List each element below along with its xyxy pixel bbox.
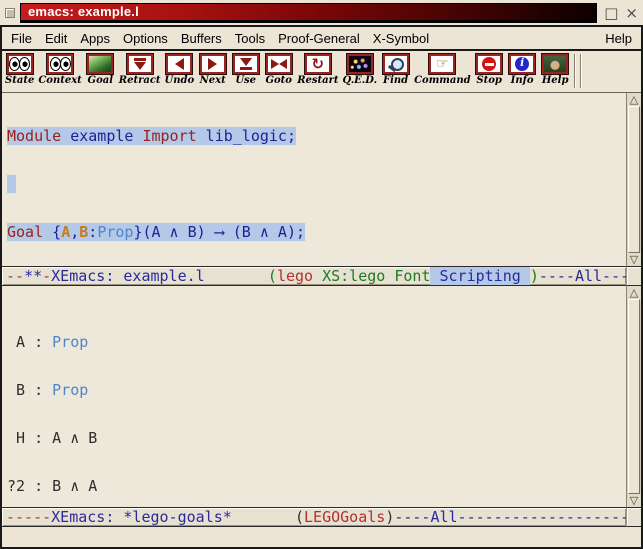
window-titlebar[interactable]: emacs: example.l □ × bbox=[0, 0, 643, 25]
modeline-scrollbar-cap bbox=[626, 507, 641, 527]
restart-button[interactable]: Restart bbox=[295, 53, 340, 87]
find-button[interactable]: Find bbox=[379, 53, 412, 87]
titlebar-gradient: emacs: example.l bbox=[21, 4, 596, 20]
stop-sign-icon bbox=[476, 54, 502, 74]
goto-icon bbox=[266, 54, 292, 74]
find-magnifier-icon bbox=[383, 54, 409, 74]
eyes-icon bbox=[47, 54, 73, 74]
help-button[interactable]: Help bbox=[539, 53, 572, 87]
undo-button[interactable]: Undo bbox=[163, 53, 197, 87]
menu-tools[interactable]: Tools bbox=[235, 31, 265, 46]
maximize-icon[interactable]: □ bbox=[604, 3, 618, 23]
use-button[interactable]: Use bbox=[229, 53, 262, 87]
stop-button[interactable]: Stop bbox=[473, 53, 506, 87]
menu-edit[interactable]: Edit bbox=[45, 31, 67, 46]
goals-scrollbar[interactable] bbox=[626, 286, 641, 507]
toolbar-separator bbox=[580, 54, 582, 88]
state-button[interactable]: State bbox=[3, 53, 36, 87]
echo-area-minibuffer[interactable] bbox=[2, 527, 641, 547]
emacs-frame: File Edit Apps Options Buffers Tools Pro… bbox=[0, 25, 643, 549]
goals-modeline[interactable]: -----XEmacs: *lego-goals* (LEGOGoals)---… bbox=[2, 507, 641, 527]
qed-button[interactable]: Q.E.D. bbox=[340, 53, 379, 87]
menu-help[interactable]: Help bbox=[605, 31, 632, 46]
restart-icon bbox=[305, 54, 331, 74]
menu-apps[interactable]: Apps bbox=[80, 31, 110, 46]
script-buffer[interactable]: Module example Import lib_logic; Goal {A… bbox=[2, 93, 641, 266]
goals-modeline-text: -----XEmacs: *lego-goals* (LEGOGoals)---… bbox=[2, 507, 626, 527]
menu-x-symbol[interactable]: X-Symbol bbox=[373, 31, 429, 46]
retract-button[interactable]: Retract bbox=[117, 53, 163, 87]
script-line: Goal {A,B:Prop}(A ∧ B) ⟶ (B ∧ A); bbox=[7, 224, 625, 240]
help-person-icon bbox=[542, 54, 568, 74]
scrollbar-thumb[interactable] bbox=[628, 106, 640, 253]
command-button[interactable]: Command bbox=[412, 53, 473, 87]
next-button[interactable]: Next bbox=[196, 53, 229, 87]
menu-buffers[interactable]: Buffers bbox=[181, 31, 222, 46]
menu-file[interactable]: File bbox=[11, 31, 32, 46]
scroll-up-icon[interactable] bbox=[627, 286, 641, 299]
goals-line: H : A ∧ B bbox=[7, 430, 625, 446]
scroll-down-icon[interactable] bbox=[627, 494, 641, 507]
scrollbar-thumb[interactable] bbox=[628, 299, 640, 494]
use-icon bbox=[233, 54, 259, 74]
goals-line: ?2 : B ∧ A bbox=[7, 478, 625, 494]
proof-toolbar: State Context Goal Retract Undo Next Use bbox=[2, 51, 641, 93]
goto-button[interactable]: Goto bbox=[262, 53, 295, 87]
modeline-scrollbar-cap bbox=[626, 266, 641, 286]
undo-icon bbox=[166, 54, 192, 74]
window-title: emacs: example.l bbox=[21, 4, 139, 19]
next-icon bbox=[200, 54, 226, 74]
script-scrollbar[interactable] bbox=[626, 93, 641, 266]
info-button[interactable]: Info bbox=[506, 53, 539, 87]
menu-bar: File Edit Apps Options Buffers Tools Pro… bbox=[2, 27, 641, 51]
qed-fireworks-icon bbox=[347, 54, 373, 74]
goal-image-icon bbox=[87, 54, 113, 74]
scroll-down-icon[interactable] bbox=[627, 253, 641, 266]
info-circle-icon bbox=[509, 54, 535, 74]
menu-options[interactable]: Options bbox=[123, 31, 168, 46]
script-modeline[interactable]: --**-XEmacs: example.l (lego XS:lego Fon… bbox=[2, 266, 641, 286]
script-line: Module example Import lib_logic; bbox=[7, 128, 625, 144]
goals-line: A : Prop bbox=[7, 334, 625, 350]
command-hand-icon bbox=[429, 54, 455, 74]
toolbar-separator bbox=[574, 54, 576, 88]
titlebar-capsule: emacs: example.l bbox=[20, 3, 597, 23]
scroll-up-icon[interactable] bbox=[627, 93, 641, 106]
goals-line: B : Prop bbox=[7, 382, 625, 398]
context-button[interactable]: Context bbox=[36, 53, 83, 87]
script-modeline-text: --**-XEmacs: example.l (lego XS:lego Fon… bbox=[2, 266, 626, 286]
close-icon[interactable]: × bbox=[625, 3, 638, 23]
goal-button[interactable]: Goal bbox=[84, 53, 117, 87]
retract-icon bbox=[127, 54, 153, 74]
menu-proof-general[interactable]: Proof-General bbox=[278, 31, 360, 46]
script-line bbox=[7, 176, 625, 192]
eyes-icon bbox=[7, 54, 33, 74]
window-menu-button[interactable] bbox=[5, 8, 15, 18]
goals-buffer[interactable]: A : Prop B : Prop H : A ∧ B ?2 : B ∧ A bbox=[2, 286, 641, 507]
